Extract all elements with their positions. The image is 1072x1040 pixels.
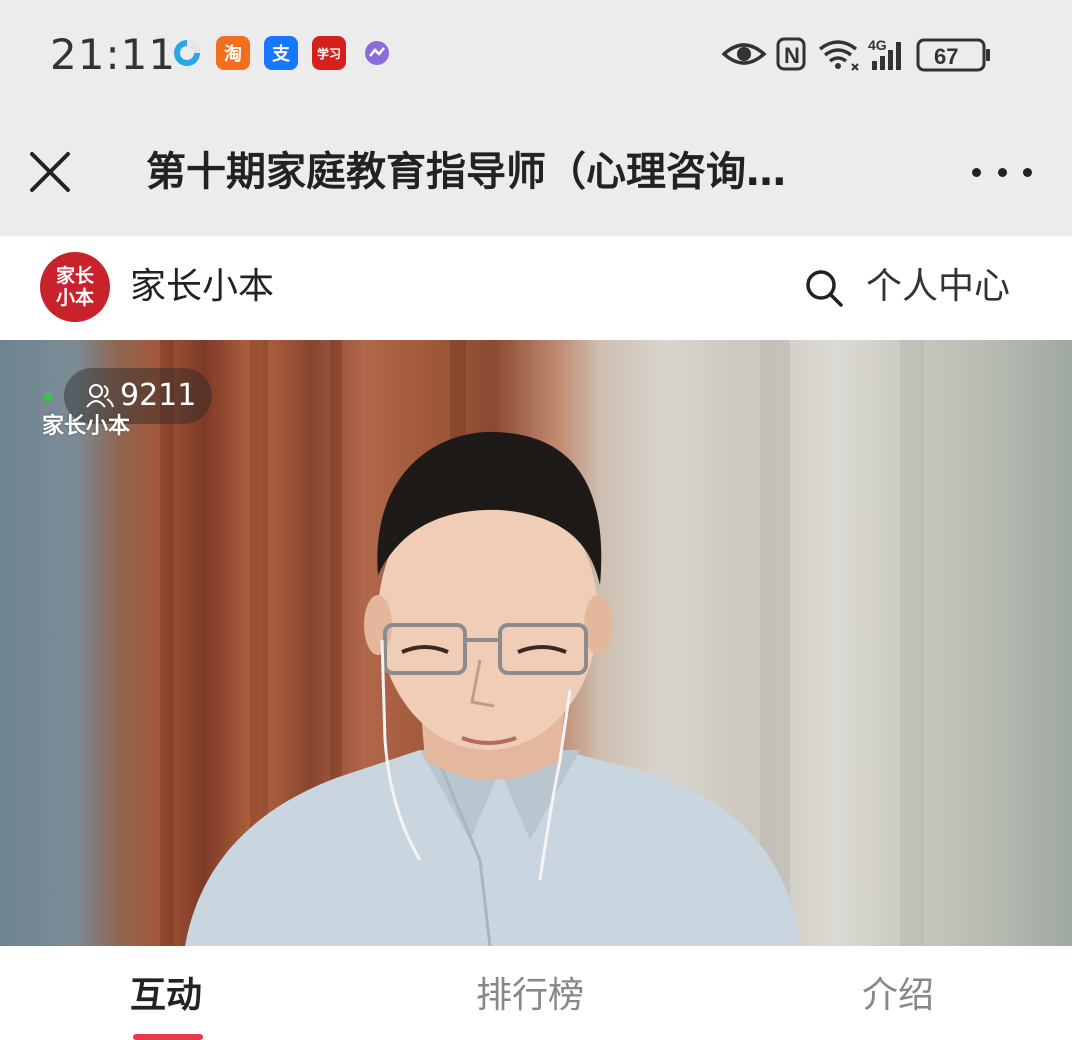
- nfc-label: N: [784, 43, 800, 68]
- system-status-icons: N 4G 67: [722, 37, 990, 72]
- browser-icon: [170, 36, 204, 70]
- xuexi-icon: 学习: [312, 36, 346, 70]
- taobao-label: 淘: [224, 44, 242, 65]
- search-icon: [806, 270, 843, 307]
- nfc-icon: N: [776, 37, 806, 71]
- presenter-image: [160, 340, 924, 946]
- status-bar: 21:11 淘 支 学习 N 4G 67: [0, 0, 1072, 108]
- eye-icon: [722, 43, 767, 65]
- brand-name[interactable]: 家长小本: [130, 262, 274, 312]
- more-dot-icon: [997, 167, 1007, 177]
- xuexi-label: 学习: [316, 46, 341, 61]
- logo-line-1: 家长: [55, 265, 94, 287]
- active-tab-indicator: [133, 1034, 203, 1040]
- alipay-icon: 支: [264, 36, 298, 70]
- battery-icon: 67: [916, 38, 990, 72]
- battery-level: 67: [934, 44, 958, 69]
- viewers-icon: [86, 384, 114, 408]
- taobao-icon: 淘: [216, 36, 250, 70]
- tab-bar: 互动 排行榜 介绍: [0, 946, 1072, 1040]
- brand-logo[interactable]: 家长 小本: [40, 252, 110, 322]
- search-button[interactable]: [804, 268, 844, 308]
- title-bar: 第十期家庭教育指导师（心理咨询…: [0, 108, 1072, 236]
- tab-interaction[interactable]: 互动: [130, 970, 202, 1022]
- close-icon: [30, 152, 70, 192]
- viewer-count: 9211: [120, 378, 197, 413]
- close-button[interactable]: [22, 144, 78, 200]
- logo-line-2: 小本: [55, 287, 94, 309]
- tab-introduction[interactable]: 介绍: [862, 970, 934, 1022]
- video-watermark: 家长小本: [42, 414, 131, 439]
- brand-header: 家长 小本 家长小本 个人中心: [0, 236, 1072, 340]
- messenger-icon: [360, 36, 394, 70]
- more-dot-icon: [972, 167, 981, 177]
- page-title: 第十期家庭教育指导师（心理咨询…: [146, 149, 786, 195]
- live-video[interactable]: 9211 家长小本: [0, 340, 1072, 946]
- live-indicator: [44, 393, 52, 401]
- alipay-label: 支: [272, 44, 290, 65]
- tab-leaderboard[interactable]: 排行榜: [476, 970, 584, 1022]
- signal-4g-icon: 4G: [868, 37, 901, 70]
- wifi-icon: [818, 40, 859, 71]
- more-options-button[interactable]: [972, 152, 1032, 192]
- status-time: 21:11: [50, 30, 177, 79]
- profile-link[interactable]: 个人中心: [866, 262, 1010, 312]
- more-dot-icon: [1023, 167, 1032, 177]
- network-label: 4G: [868, 37, 887, 53]
